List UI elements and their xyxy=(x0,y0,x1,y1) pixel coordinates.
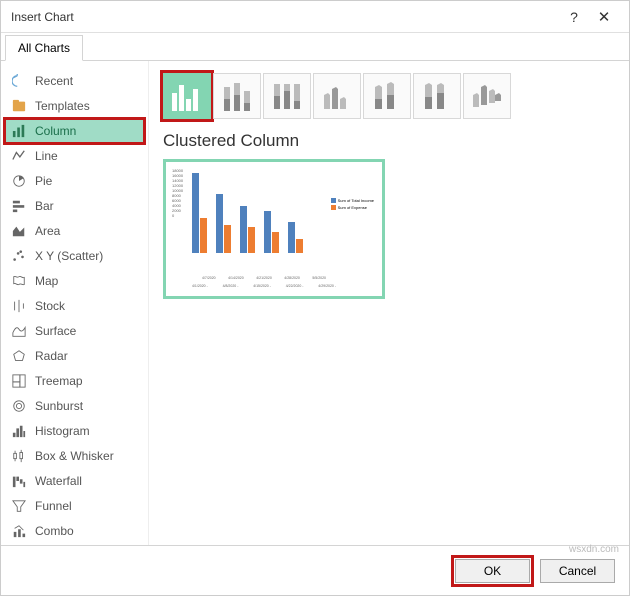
area-icon xyxy=(11,223,27,239)
column-icon xyxy=(11,123,27,139)
scatter-icon xyxy=(11,248,27,264)
x-axis-labels-row2: 4/7/20204/14/20204/21/20204/28/20205/5/2… xyxy=(202,276,326,280)
radar-icon xyxy=(11,348,27,364)
sidebar-item-radar[interactable]: Radar xyxy=(5,344,144,368)
sidebar-item-sunburst[interactable]: Sunburst xyxy=(5,394,144,418)
sidebar-item-label: Surface xyxy=(35,324,76,338)
combo-icon xyxy=(11,523,27,539)
pie-icon xyxy=(11,173,27,189)
tab-strip: All Charts xyxy=(1,33,629,61)
sidebar-item-recent[interactable]: Recent xyxy=(5,69,144,93)
map-icon xyxy=(11,273,27,289)
y-axis-labels: 1800016000140001200010000800060004000200… xyxy=(172,168,183,218)
sidebar-item-label: Radar xyxy=(35,349,68,363)
treemap-icon xyxy=(11,373,27,389)
sidebar-item-label: Templates xyxy=(35,99,90,113)
sidebar-item-label: Sunburst xyxy=(35,399,83,413)
recent-icon xyxy=(11,73,27,89)
sidebar-item-surface[interactable]: Surface xyxy=(5,319,144,343)
sidebar-item-label: Combo xyxy=(35,524,74,538)
funnel-icon xyxy=(11,498,27,514)
help-icon[interactable]: ? xyxy=(559,9,589,25)
chart-legend: Sum of Total Income Sum of Expense xyxy=(331,198,374,212)
main-panel: Clustered Column 18000160001400012000100… xyxy=(149,61,629,545)
waterfall-icon xyxy=(11,473,27,489)
sidebar-item-waterfall[interactable]: Waterfall xyxy=(5,469,144,493)
chart-preview[interactable]: 1800016000140001200010000800060004000200… xyxy=(163,159,385,299)
sidebar-item-column[interactable]: Column xyxy=(5,119,144,143)
sidebar-item-histogram[interactable]: Histogram xyxy=(5,419,144,443)
sidebar-item-templates[interactable]: Templates xyxy=(5,94,144,118)
legend-label: Sum of Total Income xyxy=(338,198,374,203)
stock-icon xyxy=(11,298,27,314)
sidebar-item-bar[interactable]: Bar xyxy=(5,194,144,218)
box-icon xyxy=(11,448,27,464)
ok-button[interactable]: OK xyxy=(455,559,530,583)
histogram-icon xyxy=(11,423,27,439)
sunburst-icon xyxy=(11,398,27,414)
legend-item: Sum of Total Income xyxy=(331,198,374,203)
chart-type-sidebar: Recent Templates Column Line Pie Bar Are… xyxy=(1,61,149,545)
sidebar-item-label: Line xyxy=(35,149,58,163)
dialog-footer: OK Cancel xyxy=(1,545,629,595)
watermark: wsxdn.com xyxy=(569,544,619,555)
column-subtypes xyxy=(163,73,615,119)
sidebar-item-area[interactable]: Area xyxy=(5,219,144,243)
x-axis-labels: 4/1/2020 -4/8/2020 -4/15/2020 -4/22/2020… xyxy=(192,284,336,288)
sidebar-item-label: Bar xyxy=(35,199,54,213)
content: Recent Templates Column Line Pie Bar Are… xyxy=(1,61,629,545)
sidebar-item-funnel[interactable]: Funnel xyxy=(5,494,144,518)
sidebar-item-stock[interactable]: Stock xyxy=(5,294,144,318)
sidebar-item-treemap[interactable]: Treemap xyxy=(5,369,144,393)
sidebar-item-label: Waterfall xyxy=(35,474,82,488)
bar-icon xyxy=(11,198,27,214)
sidebar-item-label: Map xyxy=(35,274,58,288)
sidebar-item-label: Area xyxy=(35,224,60,238)
sidebar-item-label: Treemap xyxy=(35,374,83,388)
titlebar: Insert Chart ? ✕ xyxy=(1,1,629,33)
sidebar-item-label: Pie xyxy=(35,174,52,188)
chart-preview-area: 1800016000140001200010000800060004000200… xyxy=(172,168,376,290)
surface-icon xyxy=(11,323,27,339)
sidebar-item-map[interactable]: Map xyxy=(5,269,144,293)
templates-icon xyxy=(11,98,27,114)
close-icon[interactable]: ✕ xyxy=(589,8,619,26)
sidebar-item-pie[interactable]: Pie xyxy=(5,169,144,193)
subtype-3d-clustered-column[interactable] xyxy=(313,73,361,119)
subtype-3d-100-stacked-column[interactable] xyxy=(413,73,461,119)
sidebar-item-label: Box & Whisker xyxy=(35,449,114,463)
line-icon xyxy=(11,148,27,164)
cancel-button[interactable]: Cancel xyxy=(540,559,615,583)
subtype-stacked-column[interactable] xyxy=(213,73,261,119)
sidebar-item-combo[interactable]: Combo xyxy=(5,519,144,543)
legend-item: Sum of Expense xyxy=(331,205,374,210)
preview-title: Clustered Column xyxy=(163,131,615,151)
tab-all-charts[interactable]: All Charts xyxy=(5,35,83,61)
sidebar-item-box[interactable]: Box & Whisker xyxy=(5,444,144,468)
subtype-3d-column[interactable] xyxy=(463,73,511,119)
sidebar-item-line[interactable]: Line xyxy=(5,144,144,168)
subtype-3d-stacked-column[interactable] xyxy=(363,73,411,119)
legend-label: Sum of Expense xyxy=(338,205,367,210)
sidebar-item-label: Funnel xyxy=(35,499,72,513)
subtype-100-stacked-column[interactable] xyxy=(263,73,311,119)
sidebar-item-scatter[interactable]: X Y (Scatter) xyxy=(5,244,144,268)
window-title: Insert Chart xyxy=(11,10,559,24)
sidebar-item-label: Stock xyxy=(35,299,65,313)
sidebar-item-label: Column xyxy=(35,124,76,138)
sidebar-item-label: Histogram xyxy=(35,424,90,438)
sidebar-item-label: Recent xyxy=(35,74,73,88)
subtype-clustered-column[interactable] xyxy=(163,73,211,119)
sidebar-item-label: X Y (Scatter) xyxy=(35,249,103,263)
